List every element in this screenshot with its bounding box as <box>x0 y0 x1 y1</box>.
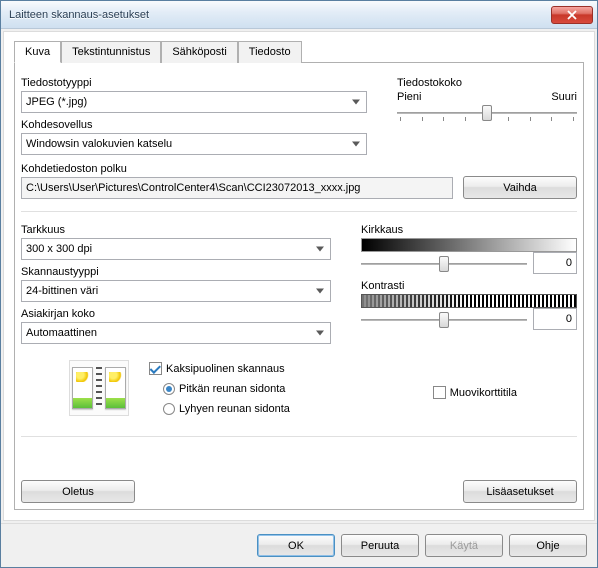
contrast-gradient <box>361 294 577 308</box>
targetapp-value: Windowsin valokuvien katselu <box>26 138 172 150</box>
plasticcard-checkbox[interactable] <box>433 386 446 399</box>
tab-file[interactable]: Tiedosto <box>238 41 302 63</box>
help-button-label: Ohje <box>536 540 559 552</box>
docsize-select[interactable]: Automaattinen <box>21 322 331 344</box>
brightness-value[interactable]: 0 <box>533 252 577 274</box>
contrast-value[interactable]: 0 <box>533 308 577 330</box>
scantype-label: Skannaustyyppi <box>21 266 331 278</box>
duplex-label: Kaksipuolinen skannaus <box>166 363 285 375</box>
tab-ocr[interactable]: Tekstintunnistus <box>61 41 161 63</box>
tab-strip: Kuva Tekstintunnistus Sähköposti Tiedost… <box>14 40 584 63</box>
dialog-window: Laitteen skannaus-asetukset Kuva Tekstin… <box>0 0 598 568</box>
plasticcard-label: Muovikorttitila <box>450 387 517 399</box>
filetype-value: JPEG (*.jpg) <box>26 96 87 108</box>
change-button[interactable]: Vaihda <box>463 176 577 199</box>
advanced-button[interactable]: Lisäasetukset <box>463 480 577 503</box>
targetapp-label: Kohdesovellus <box>21 119 367 131</box>
apply-button-label: Käytä <box>450 540 478 552</box>
long-edge-label: Pitkän reunan sidonta <box>179 383 285 395</box>
brightness-slider[interactable] <box>361 254 527 272</box>
duplex-illustration <box>69 360 129 416</box>
resolution-select[interactable]: 300 x 300 dpi <box>21 238 331 260</box>
resolution-label: Tarkkuus <box>21 224 331 236</box>
default-button[interactable]: Oletus <box>21 480 135 503</box>
help-button[interactable]: Ohje <box>509 534 587 557</box>
tab-body: Tiedostotyyppi JPEG (*.jpg) Kohdesovellu… <box>14 63 584 510</box>
targetpath-value: C:\Users\User\Pictures\ControlCenter4\Sc… <box>26 182 360 194</box>
cancel-button[interactable]: Peruuta <box>341 534 419 557</box>
docsize-label: Asiakirjan koko <box>21 308 331 320</box>
advanced-button-label: Lisäasetukset <box>486 486 553 498</box>
window-title: Laitteen skannaus-asetukset <box>9 9 551 21</box>
titlebar: Laitteen skannaus-asetukset <box>1 1 597 29</box>
ok-button[interactable]: OK <box>257 534 335 557</box>
close-button[interactable] <box>551 6 593 24</box>
docsize-value: Automaattinen <box>26 327 97 339</box>
ok-button-label: OK <box>288 540 304 552</box>
change-button-label: Vaihda <box>503 182 536 194</box>
targetpath-label: Kohdetiedoston polku <box>21 163 453 175</box>
duplex-checkbox[interactable] <box>149 362 162 375</box>
contrast-slider[interactable] <box>361 310 527 328</box>
dialog-footer: OK Peruuta Käytä Ohje <box>1 523 597 567</box>
brightness-slider-thumb[interactable] <box>439 256 449 272</box>
tab-image[interactable]: Kuva <box>14 41 61 63</box>
filesize-small-label: Pieni <box>397 91 421 103</box>
close-icon <box>567 10 577 20</box>
apply-button: Käytä <box>425 534 503 557</box>
targetapp-select[interactable]: Windowsin valokuvien katselu <box>21 133 367 155</box>
filesize-label: Tiedostokoko <box>397 77 577 89</box>
filetype-label: Tiedostotyyppi <box>21 77 367 89</box>
contrast-label: Kontrasti <box>361 280 577 292</box>
scantype-value: 24-bittinen väri <box>26 285 98 297</box>
resolution-value: 300 x 300 dpi <box>26 243 92 255</box>
filesize-slider[interactable] <box>397 103 577 121</box>
filetype-select[interactable]: JPEG (*.jpg) <box>21 91 367 113</box>
dialog-content: Kuva Tekstintunnistus Sähköposti Tiedost… <box>3 31 595 521</box>
brightness-label: Kirkkaus <box>361 224 577 236</box>
default-button-label: Oletus <box>62 486 94 498</box>
long-edge-radio[interactable] <box>163 383 175 395</box>
short-edge-radio[interactable] <box>163 403 175 415</box>
filesize-slider-thumb[interactable] <box>482 105 492 121</box>
targetpath-field: C:\Users\User\Pictures\ControlCenter4\Sc… <box>21 177 453 199</box>
scantype-select[interactable]: 24-bittinen väri <box>21 280 331 302</box>
filesize-large-label: Suuri <box>551 91 577 103</box>
short-edge-label: Lyhyen reunan sidonta <box>179 403 290 415</box>
cancel-button-label: Peruuta <box>361 540 400 552</box>
tab-email[interactable]: Sähköposti <box>161 41 237 63</box>
brightness-gradient <box>361 238 577 252</box>
contrast-slider-thumb[interactable] <box>439 312 449 328</box>
